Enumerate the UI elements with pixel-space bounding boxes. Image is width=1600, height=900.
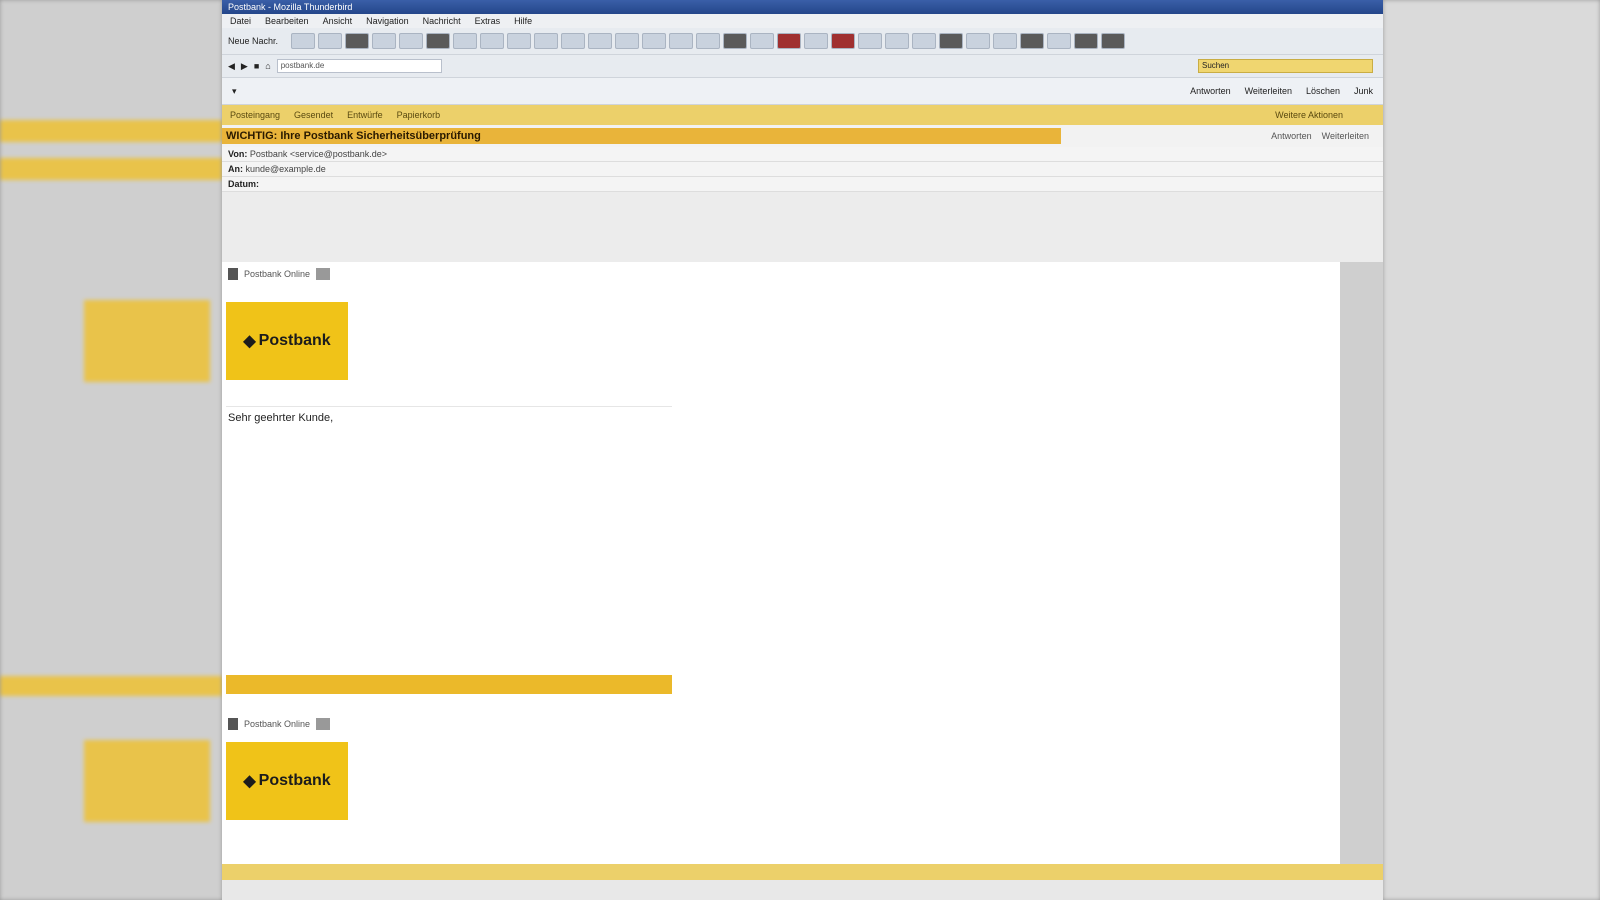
person-icon xyxy=(228,268,238,280)
sender-name-2: Postbank Online xyxy=(244,719,311,729)
toolbar-icon[interactable] xyxy=(453,33,477,49)
status-bar xyxy=(222,864,1383,880)
image-icon[interactable] xyxy=(316,718,331,730)
toolbar-icon[interactable] xyxy=(1074,33,1098,49)
toolbar-icon[interactable] xyxy=(1020,33,1044,49)
to-value[interactable]: kunde@example.de xyxy=(246,164,326,174)
toolbar-icon[interactable] xyxy=(642,33,666,49)
toolbar-icon[interactable] xyxy=(399,33,423,49)
header-from: Von: Postbank <service@postbank.de> xyxy=(222,147,1383,162)
menu-item[interactable]: Datei xyxy=(230,14,251,28)
toolbar-icon[interactable] xyxy=(1101,33,1125,49)
to-label: An: xyxy=(228,164,243,174)
reply-link[interactable]: Antworten xyxy=(1271,131,1312,141)
scrollbar[interactable] xyxy=(1340,262,1383,900)
toolbar-icon[interactable] xyxy=(696,33,720,49)
bottom-status xyxy=(222,880,1383,900)
nav-item[interactable]: Papierkorb xyxy=(397,110,441,120)
toolbar-icon[interactable] xyxy=(723,33,747,49)
background-window-left xyxy=(0,0,222,900)
toolbar-icon[interactable] xyxy=(372,33,396,49)
sender-line-2: Postbank Online xyxy=(228,718,331,730)
nav-item[interactable]: Entwürfe xyxy=(347,110,383,120)
message-subject: WICHTIG: Ihre Postbank Sicherheitsüberpr… xyxy=(222,128,1061,144)
toolbar-icon[interactable] xyxy=(750,33,774,49)
postbank-mark-icon: ◆ xyxy=(243,773,256,790)
toolbar-icon[interactable] xyxy=(426,33,450,49)
sender-name: Postbank Online xyxy=(244,269,311,279)
nav-item[interactable]: Posteingang xyxy=(230,110,280,120)
stop-icon[interactable]: ■ xyxy=(254,61,259,71)
junk-button[interactable]: Junk xyxy=(1354,86,1373,96)
toolbar-icon[interactable] xyxy=(993,33,1017,49)
toolbar-icon[interactable] xyxy=(507,33,531,49)
image-icon[interactable] xyxy=(316,268,331,280)
person-icon xyxy=(228,718,238,730)
toolbar-icon[interactable] xyxy=(345,33,369,49)
date-label: Datum: xyxy=(228,179,259,189)
back-icon[interactable]: ◀ xyxy=(228,61,235,72)
toolbar-icon[interactable] xyxy=(831,33,855,49)
menu-item[interactable]: Bearbeiten xyxy=(265,14,309,28)
toolbar-icon[interactable] xyxy=(669,33,693,49)
reply-button[interactable]: Antworten xyxy=(1190,86,1231,96)
message-actions-toolbar: ▾ Antworten Weiterleiten Löschen Junk xyxy=(222,78,1383,105)
cta-link[interactable] xyxy=(226,675,672,694)
menu-item[interactable]: Hilfe xyxy=(514,14,532,28)
toolbar-icon[interactable] xyxy=(1047,33,1071,49)
mail-window: Postbank - Mozilla Thunderbird Datei Bea… xyxy=(222,0,1383,900)
search-input[interactable]: Suchen xyxy=(1198,59,1373,73)
postbank-logo: ◆ Postbank xyxy=(226,302,348,380)
postbank-logo-2: ◆ Postbank xyxy=(226,742,348,820)
header-date: Datum: xyxy=(222,177,1383,192)
forward-link[interactable]: Weiterleiten xyxy=(1322,131,1369,141)
menu-item[interactable]: Ansicht xyxy=(323,14,353,28)
toolbar-icon[interactable] xyxy=(966,33,990,49)
window-title: Postbank - Mozilla Thunderbird xyxy=(222,0,1383,14)
toolbar-icon[interactable] xyxy=(885,33,909,49)
toolbar-icon[interactable] xyxy=(777,33,801,49)
toolbar-icon[interactable] xyxy=(804,33,828,49)
background-window-right xyxy=(1383,0,1600,900)
message-body: Postbank Online ◆ Postbank Sehr geehrter… xyxy=(222,262,1340,900)
divider xyxy=(226,406,672,407)
logo-text: Postbank xyxy=(258,332,331,349)
menu-bar: Datei Bearbeiten Ansicht Navigation Nach… xyxy=(222,14,1383,28)
main-toolbar: Neue Nachr. xyxy=(222,28,1383,55)
sender-line: Postbank Online xyxy=(228,268,331,280)
from-label: Von: xyxy=(228,149,248,159)
menu-item[interactable]: Extras xyxy=(475,14,501,28)
postbank-mark-icon: ◆ xyxy=(243,333,256,350)
toolbar-icon[interactable] xyxy=(291,33,315,49)
home-icon[interactable]: ⌂ xyxy=(265,61,270,71)
subject-bar: WICHTIG: Ihre Postbank Sicherheitsüberpr… xyxy=(222,125,1383,147)
forward-icon[interactable]: ▶ xyxy=(241,61,248,72)
toolbar-icon[interactable] xyxy=(615,33,639,49)
dropdown-icon[interactable]: ▾ xyxy=(232,86,237,97)
nav-item[interactable]: Gesendet xyxy=(294,110,333,120)
header-to: An: kunde@example.de xyxy=(222,162,1383,177)
menu-item[interactable]: Navigation xyxy=(366,14,409,28)
toolbar-icon[interactable] xyxy=(912,33,936,49)
delete-button[interactable]: Löschen xyxy=(1306,86,1340,96)
toolbar-icon[interactable] xyxy=(561,33,585,49)
toolbar-icon[interactable] xyxy=(939,33,963,49)
more-actions-link[interactable]: Weitere Aktionen xyxy=(1275,110,1383,120)
from-value[interactable]: Postbank <service@postbank.de> xyxy=(250,149,387,159)
toolbar-icon[interactable] xyxy=(588,33,612,49)
address-field[interactable]: postbank.de xyxy=(276,59,442,73)
toolbar-icon[interactable] xyxy=(534,33,558,49)
toolbar-icon[interactable] xyxy=(858,33,882,49)
logo-text-2: Postbank xyxy=(258,772,331,789)
folder-nav: Posteingang Gesendet Entwürfe Papierkorb… xyxy=(222,105,1383,125)
greeting: Sehr geehrter Kunde, xyxy=(228,412,334,424)
menu-item[interactable]: Nachricht xyxy=(423,14,461,28)
toolbar-icon[interactable] xyxy=(318,33,342,49)
forward-button[interactable]: Weiterleiten xyxy=(1245,86,1292,96)
new-message-button[interactable]: Neue Nachr. xyxy=(228,36,288,46)
toolbar-icon[interactable] xyxy=(480,33,504,49)
address-toolbar: ◀ ▶ ■ ⌂ postbank.de Suchen xyxy=(222,55,1383,78)
